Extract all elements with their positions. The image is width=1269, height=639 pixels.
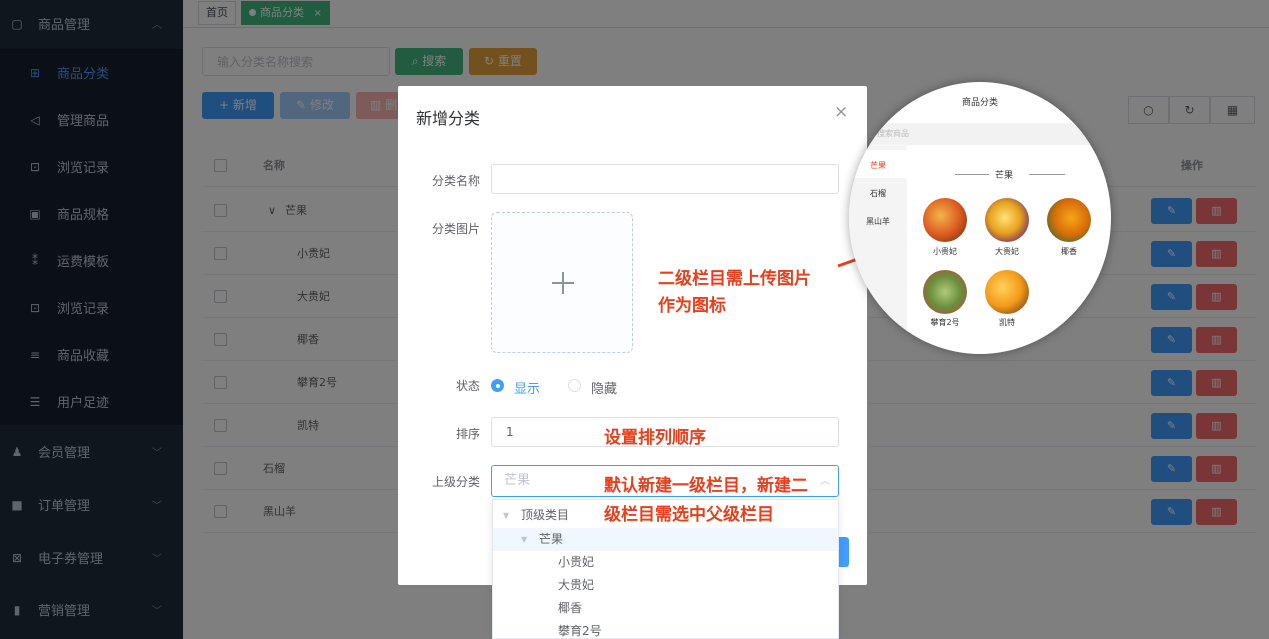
tree-node-label: 小贵妃 — [558, 555, 595, 569]
tree-node[interactable]: 椰香 — [493, 597, 838, 620]
status-show-label[interactable]: 显示 — [514, 378, 540, 397]
mango-image-icon — [923, 198, 967, 242]
tree-node[interactable]: 小贵妃 — [493, 551, 838, 574]
preview-heading: 芒果 — [995, 171, 1014, 181]
tree-node[interactable]: 大贵妃 — [493, 574, 838, 597]
image-label: 分类图片 — [431, 222, 480, 236]
divider — [1029, 174, 1065, 175]
tree-node-label: 椰香 — [558, 601, 583, 615]
status-show-radio[interactable] — [491, 379, 504, 392]
confirm-button[interactable] — [839, 537, 849, 567]
dialog-title: 新增分类 — [416, 109, 481, 128]
preview-search: 搜索商品 — [869, 123, 1109, 145]
caret-down-icon: ▼ — [521, 535, 528, 544]
mango-image-icon — [985, 270, 1029, 314]
preview-title: 商品分类 — [961, 98, 998, 108]
name-label: 分类名称 — [431, 174, 480, 188]
annotation-upload-line1: 二级栏目需上传图片 — [658, 269, 811, 289]
preview-fruit-label: 小贵妃 — [933, 247, 957, 256]
mango-image-icon — [923, 270, 967, 314]
image-uploader[interactable] — [491, 212, 633, 353]
annotation-upload-line2: 作为图标 — [658, 296, 726, 316]
status-hide-label[interactable]: 隐藏 — [591, 378, 617, 397]
plus-icon — [562, 272, 564, 294]
caret-down-icon: ▼ — [503, 511, 510, 520]
preview-category: 芒果 — [870, 161, 886, 170]
tree-node[interactable]: 攀育2号 — [493, 620, 838, 638]
status-hide-radio[interactable] — [568, 379, 581, 392]
close-icon[interactable]: × — [834, 102, 848, 122]
preview-fruit-label: 攀育2号 — [930, 318, 960, 327]
tree-node-label: 攀育2号 — [558, 624, 602, 638]
tree-node[interactable]: ▼ 芒果 — [493, 528, 838, 551]
divider — [955, 174, 989, 175]
tree-node-label: 芒果 — [539, 532, 564, 546]
parent-label: 上级分类 — [431, 475, 480, 489]
preview-fruit-label: 凯特 — [999, 318, 1015, 327]
preview-fruit-label: 大贵妃 — [995, 247, 1019, 256]
chevron-up-icon: ︿ — [820, 476, 830, 487]
mobile-preview-zoom: 商品分类 搜索商品 芒果 石榴 黑山羊 芒果 小贵妃 大贵妃 椰香 攀育2号 凯… — [849, 82, 1111, 354]
sort-label: 排序 — [455, 427, 480, 441]
category-name-input[interactable] — [491, 164, 839, 194]
preview-category: 石榴 — [870, 189, 886, 198]
preview-fruit-label: 椰香 — [1061, 247, 1077, 256]
preview-category: 黑山羊 — [866, 217, 890, 226]
mango-image-icon — [1047, 198, 1091, 242]
annotation-sort: 设置排列顺序 — [604, 428, 706, 448]
tree-node-label: 顶级类目 — [521, 508, 570, 522]
status-label: 状态 — [455, 379, 480, 393]
tree-node-label: 大贵妃 — [558, 578, 595, 592]
mango-image-icon — [985, 198, 1029, 242]
annotation-parent-line1: 默认新建一级栏目，新建二 — [604, 476, 808, 496]
annotation-parent-line2: 级栏目需选中父级栏目 — [604, 505, 774, 525]
